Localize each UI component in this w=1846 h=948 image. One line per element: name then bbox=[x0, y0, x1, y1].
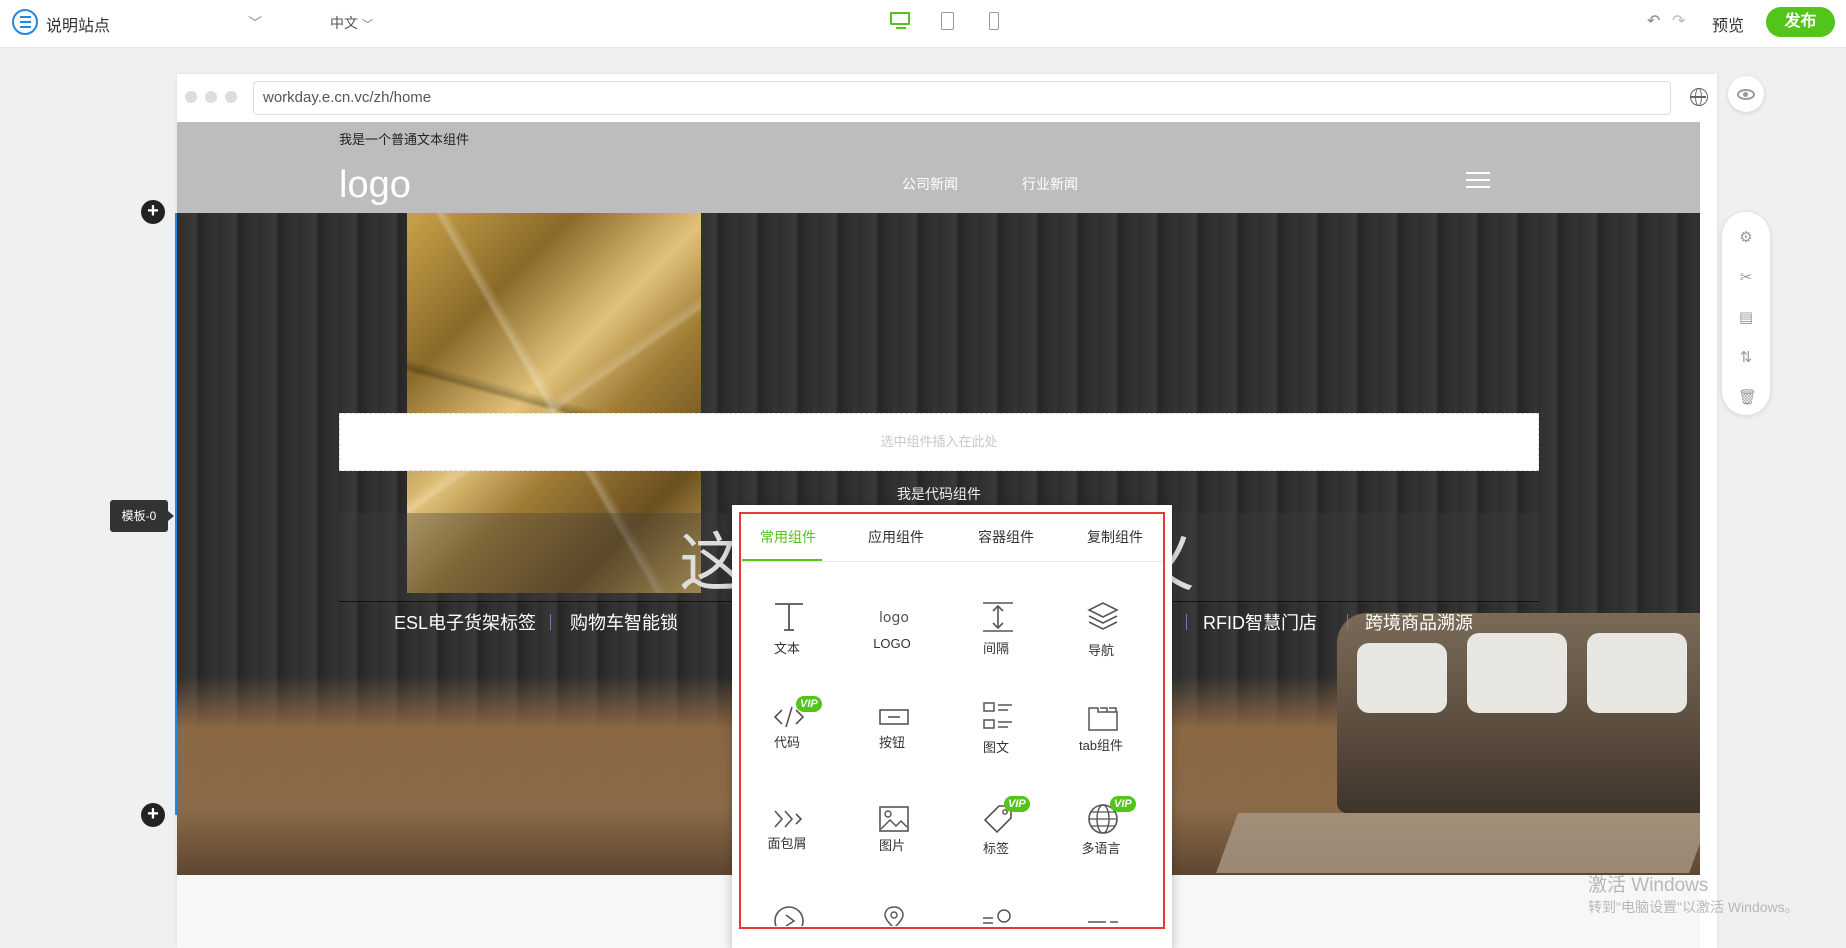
add-section-icon[interactable]: + bbox=[141, 803, 165, 827]
hamburger-icon[interactable] bbox=[1466, 172, 1490, 193]
template-label[interactable]: 模板-0 bbox=[110, 500, 174, 532]
highlight-frame bbox=[739, 512, 1165, 929]
section-toolbar: ⚙ ✂ ▤ ⇅ 🗑 bbox=[1722, 212, 1770, 415]
site-logo[interactable]: logo bbox=[339, 164, 411, 207]
nav-item-company-news[interactable]: 公司新闻 bbox=[902, 174, 958, 194]
menu-icon[interactable] bbox=[12, 9, 38, 35]
publish-button[interactable]: 发布 bbox=[1766, 7, 1835, 37]
window-dot bbox=[205, 91, 217, 103]
activation-watermark-text: 转到"电脑设置"以激活 Windows。 bbox=[1588, 899, 1799, 915]
site-name[interactable]: 说明站点 bbox=[46, 12, 110, 36]
chevron-down-icon[interactable]: ﹀ bbox=[248, 13, 262, 33]
text-component[interactable]: 我是一个普通文本组件 bbox=[339, 129, 469, 148]
hero-image-rug bbox=[1216, 813, 1700, 873]
undo-icon[interactable]: ↶ bbox=[1647, 11, 1660, 31]
gear-icon[interactable]: ⚙ bbox=[1738, 230, 1754, 246]
tag-item[interactable]: RFID智慧门店 bbox=[1203, 609, 1317, 635]
tag-item[interactable]: ESL电子货架标签 bbox=[394, 609, 536, 635]
divider bbox=[1347, 614, 1348, 630]
desktop-icon[interactable] bbox=[890, 12, 912, 34]
chevron-down-icon: ﹀ bbox=[362, 19, 373, 31]
redo-icon[interactable]: ↷ bbox=[1672, 11, 1685, 31]
top-bar: 说明站点 ﹀ 中文 ﹀ ↶ ↷ 预览 发布 bbox=[0, 0, 1846, 48]
address-bar[interactable]: workday.e.cn.vc/zh/home bbox=[253, 81, 1671, 115]
phone-icon[interactable] bbox=[989, 12, 1001, 34]
tag-item[interactable]: 跨境商品溯源 bbox=[1365, 609, 1473, 635]
section-selection-border bbox=[175, 213, 177, 815]
hero-image-pillow bbox=[1467, 633, 1567, 713]
design-tools-icon[interactable]: ✂ bbox=[1738, 270, 1754, 286]
add-section-icon[interactable]: + bbox=[141, 200, 165, 224]
window-dot bbox=[225, 91, 237, 103]
page-header: 我是一个普通文本组件 logo 公司新闻 行业新闻 bbox=[177, 122, 1700, 213]
tablet-icon[interactable] bbox=[941, 12, 955, 34]
trash-icon[interactable]: 🗑 bbox=[1738, 390, 1757, 406]
hero-image-pillow bbox=[1587, 633, 1687, 713]
tag-item[interactable]: 购物车智能锁 bbox=[570, 609, 678, 635]
divider bbox=[550, 614, 551, 630]
nav-item-industry-news[interactable]: 行业新闻 bbox=[1022, 174, 1078, 194]
divider bbox=[1186, 614, 1187, 630]
hero-image-pillow bbox=[1357, 643, 1447, 713]
browser-bar: workday.e.cn.vc/zh/home bbox=[177, 74, 1717, 122]
language-selector[interactable]: 中文 ﹀ bbox=[330, 13, 373, 33]
document-icon[interactable]: ▤ bbox=[1738, 310, 1754, 326]
preview-button[interactable]: 预览 bbox=[1712, 12, 1744, 36]
eye-icon[interactable] bbox=[1728, 76, 1764, 112]
insert-placeholder[interactable]: 选中组件插入在此处 bbox=[339, 413, 1539, 471]
activation-watermark-title: 激活 Windows bbox=[1588, 875, 1709, 896]
sort-icon[interactable]: ⇅ bbox=[1738, 350, 1754, 366]
language-label: 中文 bbox=[330, 15, 358, 31]
window-dot bbox=[185, 91, 197, 103]
globe-icon[interactable] bbox=[1690, 87, 1708, 106]
code-component[interactable]: 我是代码组件 bbox=[897, 484, 981, 504]
